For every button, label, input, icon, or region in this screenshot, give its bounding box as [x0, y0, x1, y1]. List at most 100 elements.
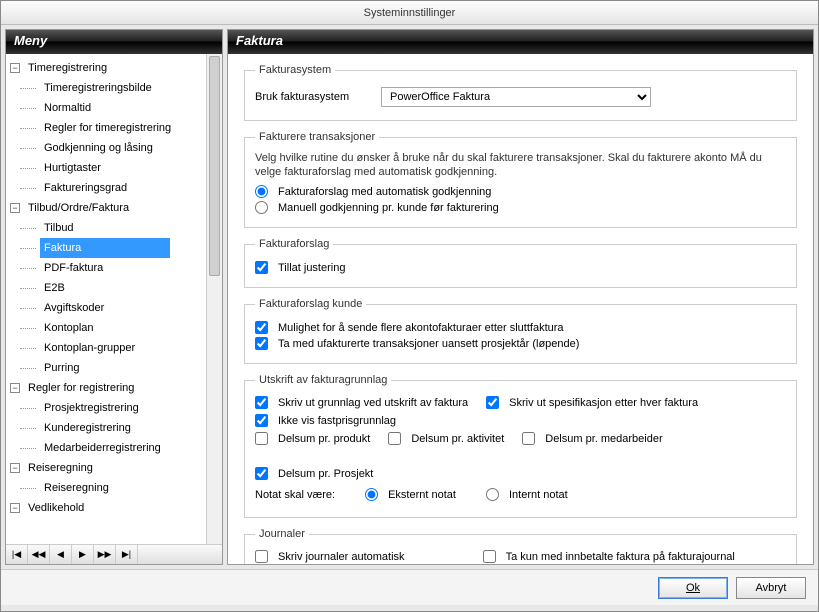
nav-fastforward[interactable]: ▶▶	[94, 545, 116, 564]
check-tillat-justering[interactable]	[255, 261, 268, 274]
tree-label[interactable]: Kunderegistrering	[40, 418, 135, 438]
tree-child[interactable]: Kunderegistrering	[10, 418, 206, 438]
tree-parent[interactable]: −Tilbud/Ordre/Faktura	[10, 198, 206, 218]
tree-label[interactable]: Timeregistrering	[24, 58, 111, 78]
tree-child[interactable]: Faktura	[10, 238, 206, 258]
label-ufakturerte[interactable]: Ta med ufakturerte transaksjoner uansett…	[278, 338, 579, 350]
radio-auto-godkjenning[interactable]	[255, 185, 268, 198]
radio-manuell-godkjenning[interactable]	[255, 201, 268, 214]
label-journaler-auto[interactable]: Skriv journaler automatisk	[278, 551, 405, 563]
tree-label[interactable]: Regler for registrering	[24, 378, 138, 398]
tree-label[interactable]: Hurtigtaster	[40, 158, 105, 178]
check-flere-akonto[interactable]	[255, 321, 268, 334]
tree-child[interactable]: Tilbud	[10, 218, 206, 238]
check-delsum-prosjekt[interactable]	[255, 467, 268, 480]
check-ikke-fastpris[interactable]	[255, 414, 268, 427]
tree-label[interactable]: Avgiftskoder	[40, 298, 108, 318]
tree-parent[interactable]: −Reiseregning	[10, 458, 206, 478]
tree-label[interactable]: Godkjenning og låsing	[40, 138, 157, 158]
tree-child[interactable]: Regler for timeregistrering	[10, 118, 206, 138]
tree-toggle-icon[interactable]: −	[10, 463, 20, 473]
check-delsum-medarbeider[interactable]	[522, 432, 535, 445]
tree-child[interactable]: Normaltid	[10, 98, 206, 118]
tree-toggle-icon[interactable]: −	[10, 203, 20, 213]
label-delsum-produkt[interactable]: Delsum pr. produkt	[278, 433, 370, 445]
label-manuell-godkjenning[interactable]: Manuell godkjenning pr. kunde før faktur…	[278, 202, 499, 214]
tree-label[interactable]: Regler for timeregistrering	[40, 118, 175, 138]
check-journaler-auto[interactable]	[255, 550, 268, 563]
tree-child[interactable]: Faktureringsgrad	[10, 178, 206, 198]
nav-back[interactable]: ◀	[50, 545, 72, 564]
label-bruk-fakturasystem: Bruk fakturasystem	[255, 91, 375, 103]
tree-label[interactable]: Prosjektregistrering	[40, 398, 143, 418]
check-skriv-spesifikasjon[interactable]	[486, 396, 499, 409]
label-internt-notat[interactable]: Internt notat	[509, 489, 568, 501]
tree-label[interactable]: Tilbud/Ordre/Faktura	[24, 198, 133, 218]
legend-utskrift: Utskrift av fakturagrunnlag	[255, 374, 391, 386]
label-ikke-fastpris[interactable]: Ikke vis fastprisgrunnlag	[278, 415, 396, 427]
tree-child[interactable]: Reiseregning	[10, 478, 206, 498]
tree-label[interactable]: Reiseregning	[40, 478, 113, 498]
label-eksternt-notat[interactable]: Eksternt notat	[388, 489, 456, 501]
label-innbetalte[interactable]: Ta kun med innbetalte faktura på faktura…	[506, 551, 735, 563]
tree-child[interactable]: Medarbeiderregistrering	[10, 438, 206, 458]
tree-label[interactable]: Timeregistreringsbilde	[40, 78, 156, 98]
tree-parent[interactable]: −Regler for registrering	[10, 378, 206, 398]
radio-internt-notat[interactable]	[486, 488, 499, 501]
tree-label[interactable]: Kontoplan-grupper	[40, 338, 139, 358]
content-panel: Faktura Fakturasystem Bruk fakturasystem…	[227, 29, 814, 565]
tree-toggle-icon[interactable]: −	[10, 503, 20, 513]
tree-label[interactable]: Reiseregning	[24, 458, 97, 478]
check-skriv-grunnlag[interactable]	[255, 396, 268, 409]
tree-toggle-icon[interactable]: −	[10, 383, 20, 393]
tree-child[interactable]: Kontoplan-grupper	[10, 338, 206, 358]
label-delsum-aktivitet[interactable]: Delsum pr. aktivitet	[411, 433, 504, 445]
tree-child[interactable]: PDF-faktura	[10, 258, 206, 278]
nav-last[interactable]: ▶|	[116, 545, 138, 564]
menu-tree[interactable]: −TimeregistreringTimeregistreringsbildeN…	[6, 54, 206, 544]
label-auto-godkjenning[interactable]: Fakturaforslag med automatisk godkjennin…	[278, 186, 491, 198]
tree-child[interactable]: Avgiftskoder	[10, 298, 206, 318]
check-delsum-aktivitet[interactable]	[388, 432, 401, 445]
tree-parent[interactable]: −Timeregistrering	[10, 58, 206, 78]
tree-child[interactable]: Kontoplan	[10, 318, 206, 338]
check-innbetalte[interactable]	[483, 550, 496, 563]
tree-label[interactable]: Purring	[40, 358, 83, 378]
label-skriv-spesifikasjon[interactable]: Skriv ut spesifikasjon etter hver faktur…	[509, 397, 698, 409]
check-ufakturerte[interactable]	[255, 337, 268, 350]
label-tillat-justering[interactable]: Tillat justering	[278, 262, 345, 274]
tree-label[interactable]: Normaltid	[40, 98, 95, 118]
tree-child[interactable]: Prosjektregistrering	[10, 398, 206, 418]
tree-label[interactable]: Medarbeiderregistrering	[40, 438, 165, 458]
tree-child[interactable]: E2B	[10, 278, 206, 298]
tree-label[interactable]: Kontoplan	[40, 318, 98, 338]
tree-label[interactable]: E2B	[40, 278, 69, 298]
legend-fakturasystem: Fakturasystem	[255, 64, 335, 76]
nav-first[interactable]: |◀	[6, 545, 28, 564]
label-skriv-grunnlag[interactable]: Skriv ut grunnlag ved utskrift av faktur…	[278, 397, 468, 409]
tree-nav-bar: |◀ ◀◀ ◀ ▶ ▶▶ ▶|	[6, 544, 222, 564]
tree-label[interactable]: Faktura	[40, 238, 170, 258]
label-delsum-prosjekt[interactable]: Delsum pr. Prosjekt	[278, 468, 373, 480]
tree-label[interactable]: Faktureringsgrad	[40, 178, 131, 198]
ok-button[interactable]: Ok	[658, 577, 728, 599]
nav-fastback[interactable]: ◀◀	[28, 545, 50, 564]
cancel-button[interactable]: Avbryt	[736, 577, 806, 599]
select-fakturasystem[interactable]: PowerOffice Faktura	[381, 87, 651, 107]
tree-scrollbar[interactable]	[206, 54, 222, 544]
tree-label[interactable]: PDF-faktura	[40, 258, 107, 278]
legend-fakturaforslag-kunde: Fakturaforslag kunde	[255, 298, 366, 310]
tree-child[interactable]: Timeregistreringsbilde	[10, 78, 206, 98]
radio-eksternt-notat[interactable]	[365, 488, 378, 501]
tree-child[interactable]: Purring	[10, 358, 206, 378]
tree-toggle-icon[interactable]: −	[10, 63, 20, 73]
tree-child[interactable]: Hurtigtaster	[10, 158, 206, 178]
nav-forward[interactable]: ▶	[72, 545, 94, 564]
tree-child[interactable]: Godkjenning og låsing	[10, 138, 206, 158]
tree-label[interactable]: Vedlikehold	[24, 498, 88, 518]
tree-label[interactable]: Tilbud	[40, 218, 78, 238]
tree-parent[interactable]: −Vedlikehold	[10, 498, 206, 518]
label-flere-akonto[interactable]: Mulighet for å sende flere akontofaktura…	[278, 322, 564, 334]
label-delsum-medarbeider[interactable]: Delsum pr. medarbeider	[545, 433, 662, 445]
check-delsum-produkt[interactable]	[255, 432, 268, 445]
